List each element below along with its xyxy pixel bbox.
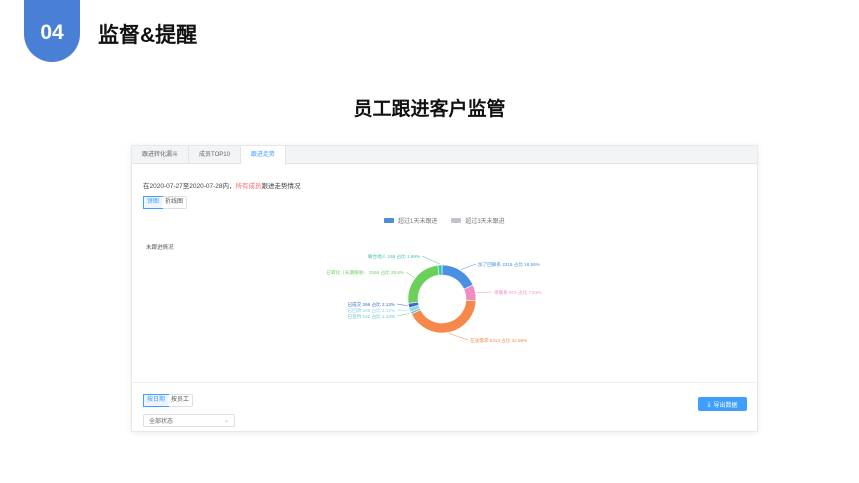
export-data-button[interactable]: ⤓ 导出数据 <box>698 397 747 411</box>
export-label: 导出数据 <box>713 402 738 409</box>
label-leader-line <box>448 333 469 341</box>
section-number-badge: 04 <box>24 0 80 62</box>
divider <box>132 382 757 383</box>
slice-label: 加了回联系 2319 占比 18.59% <box>478 261 540 268</box>
download-icon: ⤓ <box>707 400 711 408</box>
donut-slice[interactable] <box>411 300 477 334</box>
status-select[interactable]: 全部状态 ⌄ <box>143 414 235 427</box>
slice-label: 已成交 266 占比 2.13% <box>348 301 396 308</box>
slice-label: 联合他人 248 占比 1.99% <box>368 253 420 260</box>
slice-label: 已转化（长期跟进） 3194 占比 25.6% <box>326 269 404 276</box>
label-leader-line <box>476 291 493 293</box>
label-leader-line <box>396 313 411 317</box>
slice-label: 已回款 265 占比 2.12% <box>348 307 396 314</box>
label-leader-line <box>405 271 415 278</box>
label-leader-line <box>421 255 440 265</box>
donut-slice[interactable] <box>441 264 474 290</box>
app-screenshot-panel: 跟进转化漏斗 成员TOP10 跟进走势 在2020-07-27至2020-07-… <box>131 145 758 432</box>
slice-label: 已签约 142 占比 1.14% <box>348 313 396 320</box>
donut-chart: 加了回联系 2319 占比 18.59% 待联系 974 占比 7.81% 在谈需求… <box>326 253 542 344</box>
chevron-down-icon: ⌄ <box>223 418 229 424</box>
by-employee-toggle[interactable]: 按员工 <box>168 395 193 406</box>
slice-label: 待联系 974 占比 7.81% <box>494 289 542 296</box>
view-mode-switch: 按日期 按员工 <box>143 394 194 407</box>
slide-title: 员工跟进客户监管 <box>353 99 506 120</box>
label-leader-line <box>396 303 408 307</box>
label-leader-line <box>460 263 477 270</box>
slice-label: 在谈需求 5313 占比 42.58% <box>470 337 527 344</box>
status-select-value: 全部状态 <box>149 419 174 425</box>
section-title: 监督&提醒 <box>98 24 198 47</box>
by-date-toggle[interactable]: 按日期 <box>143 394 170 407</box>
donut-slice[interactable] <box>407 264 440 304</box>
